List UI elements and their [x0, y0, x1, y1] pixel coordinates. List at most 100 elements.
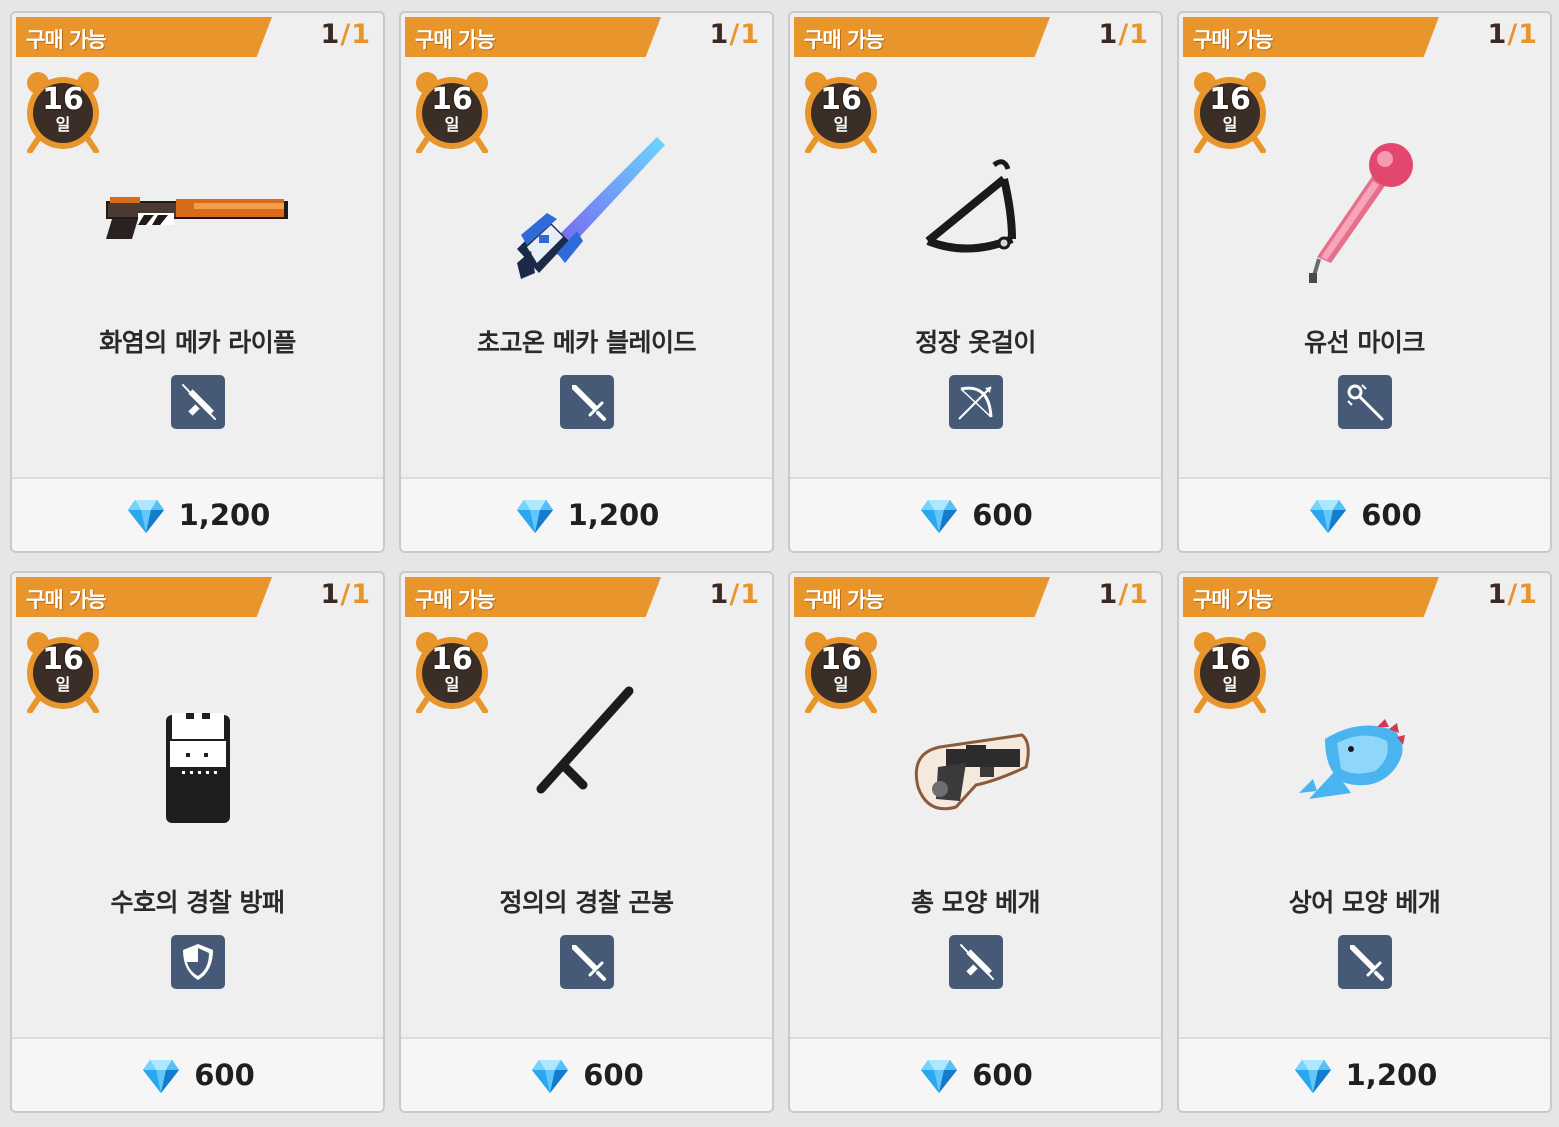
alarm-clock-icon: 16 일: [802, 629, 880, 713]
days-unit: 일: [833, 675, 849, 694]
price-value: 600: [194, 1058, 255, 1092]
stock-current: 1: [1098, 19, 1119, 50]
diamond-gem-icon: [1307, 494, 1361, 536]
card-top: 구매 가능 1/1 16 일: [401, 13, 772, 477]
mecha-blade-image: [487, 123, 687, 283]
price-bar[interactable]: 600: [790, 477, 1161, 551]
stock-separator: /: [1118, 579, 1130, 610]
days-unit: 일: [55, 675, 71, 694]
shop-item-card[interactable]: 구매 가능 1/1 16 일: [399, 571, 774, 1113]
shop-item-grid: 구매 가능 1/1 16 일 화염의 메카 라이플 1,200 구매 가능 1/…: [10, 11, 1552, 1115]
suit-hanger-image: [876, 123, 1076, 283]
price-value: 600: [583, 1058, 644, 1092]
price-bar[interactable]: 600: [790, 1037, 1161, 1111]
stock-separator: /: [1118, 19, 1130, 50]
staff-icon: [1337, 375, 1392, 429]
diamond-gem-icon: [529, 1054, 583, 1096]
status-banner: 구매 가능: [16, 17, 272, 57]
stock-separator: /: [729, 19, 741, 50]
stock-count: 1/1: [710, 19, 760, 50]
days-unit: 일: [55, 115, 71, 134]
alarm-clock-icon: 16 일: [1191, 629, 1269, 713]
status-label: 구매 가능: [415, 588, 496, 612]
price-bar[interactable]: 1,200: [12, 477, 383, 551]
gun-pillow-image: [876, 683, 1076, 843]
shop-item-card[interactable]: 구매 가능 1/1 16 일: [788, 571, 1163, 1113]
alarm-clock-icon: 16 일: [413, 629, 491, 713]
status-label: 구매 가능: [804, 588, 885, 612]
stock-count: 1/1: [1099, 579, 1149, 610]
shop-item-card[interactable]: 구매 가능 1/1 16 일: [10, 11, 385, 553]
diamond-gem-icon: [140, 1054, 194, 1096]
item-name: 상어 모양 베개: [1288, 888, 1441, 917]
item-name: 총 모양 베개: [911, 888, 1040, 917]
days-unit: 일: [444, 675, 460, 694]
stock-count: 1/1: [321, 579, 371, 610]
status-banner: 구매 가능: [794, 17, 1050, 57]
stock-separator: /: [340, 19, 352, 50]
stock-max: 1: [1518, 19, 1538, 50]
price-value: 600: [972, 1058, 1033, 1092]
police-shield-image: [98, 683, 298, 843]
price-bar[interactable]: 1,200: [401, 477, 772, 551]
flame-mecha-rifle-image: [98, 123, 298, 283]
status-banner: 구매 가능: [794, 577, 1050, 617]
shop-item-card[interactable]: 구매 가능 1/1 16 일: [1177, 11, 1552, 553]
status-banner: 구매 가능: [405, 17, 661, 57]
diamond-gem-icon: [918, 494, 972, 536]
price-value: 1,200: [1345, 1058, 1438, 1092]
card-top: 구매 가능 1/1 16 일: [1179, 573, 1550, 1037]
item-name: 수호의 경찰 방패: [110, 888, 285, 917]
diamond-gem-icon: [125, 494, 179, 536]
price-bar[interactable]: 600: [1179, 477, 1550, 551]
alarm-clock-icon: 16 일: [413, 69, 491, 153]
item-name: 정의의 경찰 곤봉: [499, 888, 674, 917]
shop-item-card[interactable]: 구매 가능 1/1 16 일: [10, 571, 385, 1113]
days-remaining: 16: [820, 82, 862, 117]
card-top: 구매 가능 1/1 16 일: [12, 573, 383, 1037]
stock-max: 1: [740, 19, 760, 50]
sword-icon: [559, 375, 614, 429]
days-remaining: 16: [42, 642, 84, 677]
shop-item-card[interactable]: 구매 가능 1/1 16 일: [788, 11, 1163, 553]
shield-icon: [170, 935, 225, 989]
card-top: 구매 가능 1/1 16 일: [790, 13, 1161, 477]
price-bar[interactable]: 600: [12, 1037, 383, 1111]
days-unit: 일: [1222, 115, 1238, 134]
stock-count: 1/1: [321, 19, 371, 50]
alarm-clock-icon: 16 일: [802, 69, 880, 153]
card-top: 구매 가능 1/1 16 일: [401, 573, 772, 1037]
stock-current: 1: [320, 579, 341, 610]
price-value: 1,200: [178, 498, 271, 532]
item-name: 유선 마이크: [1304, 328, 1425, 357]
wired-microphone-image: [1265, 123, 1465, 283]
shop-item-card[interactable]: 구매 가능 1/1 16 일: [399, 11, 774, 553]
bow-icon: [948, 375, 1003, 429]
status-banner: 구매 가능: [16, 577, 272, 617]
item-name: 초고온 메카 블레이드: [477, 328, 696, 357]
status-label: 구매 가능: [26, 588, 107, 612]
sword-icon: [559, 935, 614, 989]
price-bar[interactable]: 1,200: [1179, 1037, 1550, 1111]
card-top: 구매 가능 1/1 16 일: [1179, 13, 1550, 477]
price-value: 600: [972, 498, 1033, 532]
shop-item-card[interactable]: 구매 가능 1/1 16 일: [1177, 571, 1552, 1113]
status-banner: 구매 가능: [1183, 577, 1439, 617]
status-label: 구매 가능: [26, 28, 107, 52]
days-remaining: 16: [1209, 82, 1251, 117]
status-label: 구매 가능: [1193, 28, 1274, 52]
status-label: 구매 가능: [415, 28, 496, 52]
stock-count: 1/1: [1099, 19, 1149, 50]
police-baton-image: [487, 683, 687, 843]
stock-current: 1: [1487, 579, 1508, 610]
days-unit: 일: [1222, 675, 1238, 694]
days-remaining: 16: [820, 642, 862, 677]
sword-icon: [1337, 935, 1392, 989]
stock-max: 1: [351, 579, 371, 610]
rifle-icon: [170, 375, 225, 429]
card-top: 구매 가능 1/1 16 일: [790, 573, 1161, 1037]
status-label: 구매 가능: [804, 28, 885, 52]
price-bar[interactable]: 600: [401, 1037, 772, 1111]
stock-current: 1: [320, 19, 341, 50]
stock-max: 1: [1129, 19, 1149, 50]
